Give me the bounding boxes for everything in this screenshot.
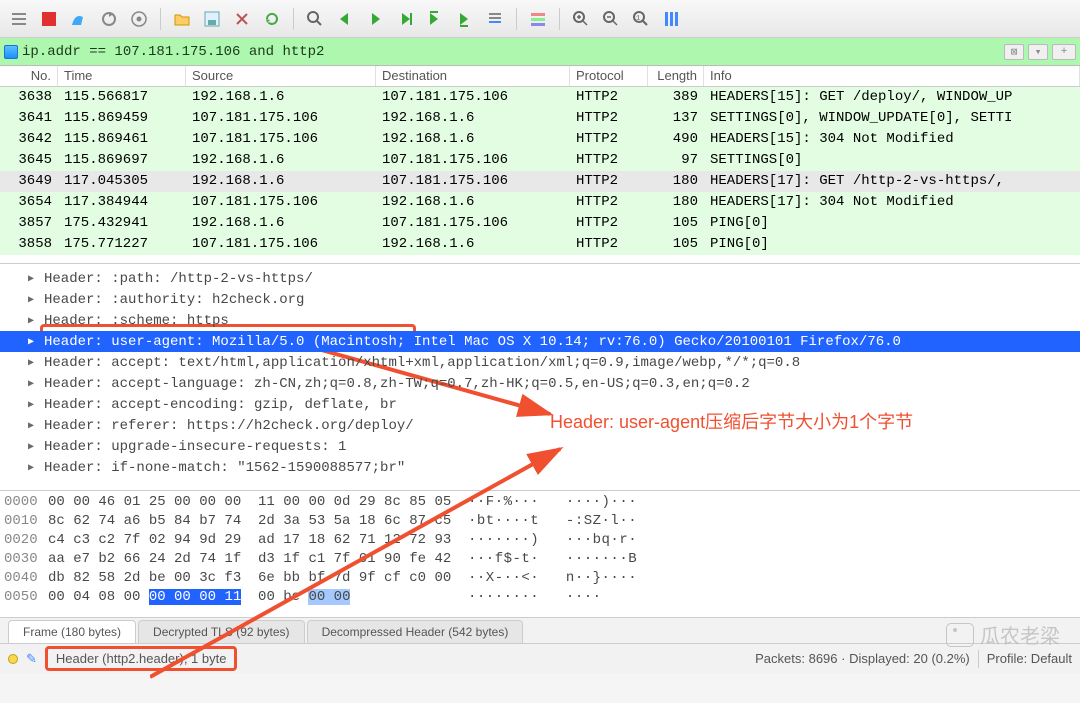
- resize-cols-icon[interactable]: [658, 6, 684, 32]
- last-icon[interactable]: [452, 6, 478, 32]
- hex-row[interactable]: 0030aa e7 b2 66 24 2d 74 1f d3 1f c1 7f …: [4, 550, 1076, 569]
- main-toolbar: 1: [0, 0, 1080, 38]
- packet-list[interactable]: 3638115.566817192.168.1.6107.181.175.106…: [0, 87, 1080, 263]
- packet-row[interactable]: 3641115.869459107.181.175.106192.168.1.6…: [0, 108, 1080, 129]
- detail-line[interactable]: ▶Header: if-none-match: "1562-1590088577…: [0, 457, 1080, 478]
- expression-icon[interactable]: ▾: [1028, 44, 1048, 60]
- options-icon[interactable]: [126, 6, 152, 32]
- packet-row[interactable]: 3858175.771227107.181.175.106192.168.1.6…: [0, 234, 1080, 255]
- expert-info-icon[interactable]: [8, 654, 18, 664]
- packet-row[interactable]: 3645115.869697192.168.1.6107.181.175.106…: [0, 150, 1080, 171]
- restart-icon[interactable]: [96, 6, 122, 32]
- bytes-tab[interactable]: Frame (180 bytes): [8, 620, 136, 643]
- detail-line[interactable]: ▶Header: referer: https://h2check.org/de…: [0, 415, 1080, 436]
- display-filter-input[interactable]: [22, 44, 1000, 60]
- autoscroll-icon[interactable]: [482, 6, 508, 32]
- zoom-reset-icon[interactable]: 1: [628, 6, 654, 32]
- find-icon[interactable]: [302, 6, 328, 32]
- reload-icon[interactable]: [259, 6, 285, 32]
- col-len[interactable]: Length: [648, 66, 704, 86]
- col-dst[interactable]: Destination: [376, 66, 570, 86]
- edit-icon[interactable]: ✎: [26, 651, 37, 667]
- zoom-in-icon[interactable]: [568, 6, 594, 32]
- detail-line[interactable]: ▶Header: user-agent: Mozilla/5.0 (Macint…: [0, 331, 1080, 352]
- next-icon[interactable]: [362, 6, 388, 32]
- svg-text:1: 1: [636, 15, 640, 23]
- annotation-box-status: Header (http2.header), 1 byte: [45, 646, 238, 671]
- hex-view[interactable]: 000000 00 46 01 25 00 00 00 11 00 00 0d …: [0, 491, 1080, 617]
- shark-fin-icon[interactable]: [66, 6, 92, 32]
- packet-row[interactable]: 3638115.566817192.168.1.6107.181.175.106…: [0, 87, 1080, 108]
- clear-filter-icon[interactable]: ⊠: [1004, 44, 1024, 60]
- prev-icon[interactable]: [332, 6, 358, 32]
- col-proto[interactable]: Protocol: [570, 66, 648, 86]
- col-info[interactable]: Info: [704, 66, 1080, 86]
- add-filter-icon[interactable]: +: [1052, 44, 1076, 60]
- colorize-icon[interactable]: [525, 6, 551, 32]
- hex-row[interactable]: 0040db 82 58 2d be 00 3c f3 6e bb bf 7d …: [4, 569, 1076, 588]
- open-file-icon[interactable]: [169, 6, 195, 32]
- capture-stop-icon[interactable]: [36, 6, 62, 32]
- status-profile[interactable]: Profile: Default: [987, 651, 1072, 666]
- hex-row[interactable]: 0020c4 c3 c2 7f 02 94 9d 29 ad 17 18 62 …: [4, 531, 1076, 550]
- detail-line[interactable]: ▶Header: upgrade-insecure-requests: 1: [0, 436, 1080, 457]
- bytes-tab[interactable]: Decompressed Header (542 bytes): [307, 620, 524, 643]
- detail-line[interactable]: ▶Header: :scheme: https: [0, 310, 1080, 331]
- list-icon[interactable]: [6, 6, 32, 32]
- packet-row[interactable]: 3857175.432941192.168.1.6107.181.175.106…: [0, 213, 1080, 234]
- display-filter-bar: ⊠ ▾ +: [0, 38, 1080, 66]
- hex-row[interactable]: 005000 04 08 00 00 00 00 11 00 be 00 00·…: [4, 588, 1076, 607]
- col-time[interactable]: Time: [58, 66, 186, 86]
- close-icon[interactable]: [229, 6, 255, 32]
- packet-details[interactable]: Header: user-agent压缩后字节大小为1个字节 ▶Header: …: [0, 263, 1080, 491]
- zoom-out-icon[interactable]: [598, 6, 624, 32]
- packet-list-header: No. Time Source Destination Protocol Len…: [0, 66, 1080, 87]
- detail-line[interactable]: ▶Header: :path: /http-2-vs-https/: [0, 268, 1080, 289]
- status-field: Header (http2.header), 1 byte: [56, 651, 227, 666]
- detail-line[interactable]: ▶Header: accept: text/html,application/x…: [0, 352, 1080, 373]
- status-packets: Packets: 8696 · Displayed: 20 (0.2%): [755, 651, 970, 666]
- col-src[interactable]: Source: [186, 66, 376, 86]
- bookmark-icon[interactable]: [4, 45, 18, 59]
- watermark: 瓜农老梁: [946, 620, 1060, 649]
- first-icon[interactable]: [422, 6, 448, 32]
- packet-row[interactable]: 3642115.869461107.181.175.106192.168.1.6…: [0, 129, 1080, 150]
- save-icon[interactable]: [199, 6, 225, 32]
- hex-row[interactable]: 00108c 62 74 a6 b5 84 b7 74 2d 3a 53 5a …: [4, 512, 1076, 531]
- detail-line[interactable]: ▶Header: :authority: h2check.org: [0, 289, 1080, 310]
- packet-row[interactable]: 3654117.384944107.181.175.106192.168.1.6…: [0, 192, 1080, 213]
- wechat-icon: [946, 623, 974, 647]
- col-no[interactable]: No.: [0, 66, 58, 86]
- bytes-tab[interactable]: Decrypted TLS (92 bytes): [138, 620, 305, 643]
- packet-row[interactable]: 3649117.045305192.168.1.6107.181.175.106…: [0, 171, 1080, 192]
- jump-to-icon[interactable]: [392, 6, 418, 32]
- bytes-tabs: Frame (180 bytes)Decrypted TLS (92 bytes…: [0, 617, 1080, 643]
- detail-line[interactable]: ▶Header: accept-encoding: gzip, deflate,…: [0, 394, 1080, 415]
- status-bar: ✎ Header (http2.header), 1 byte Packets:…: [0, 643, 1080, 673]
- detail-line[interactable]: ▶Header: accept-language: zh-CN,zh;q=0.8…: [0, 373, 1080, 394]
- hex-row[interactable]: 000000 00 46 01 25 00 00 00 11 00 00 0d …: [4, 493, 1076, 512]
